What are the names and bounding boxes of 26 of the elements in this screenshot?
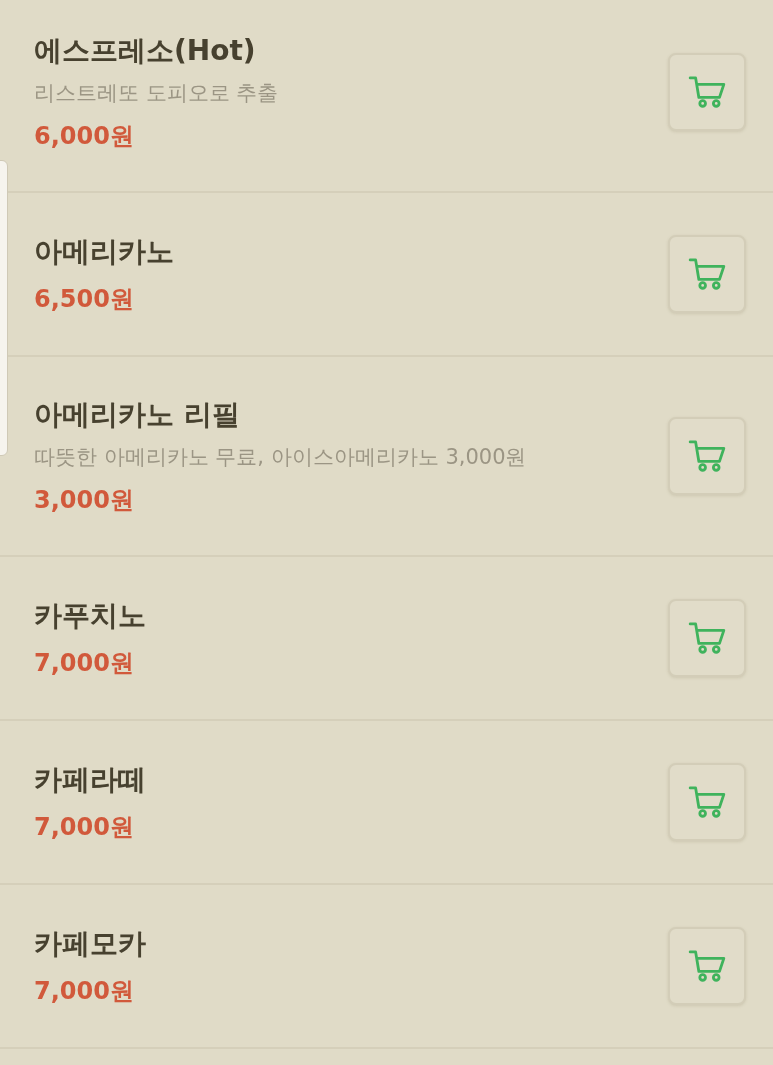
cart-icon <box>688 75 726 109</box>
menu-item-price: 7,000원 <box>34 648 134 678</box>
menu-item-description: 리스트레또 도피오로 추출 <box>34 80 279 107</box>
menu-item-price: 7,000원 <box>34 812 134 842</box>
cart-icon <box>688 949 726 983</box>
add-to-cart-button[interactable] <box>668 927 746 1005</box>
cart-icon <box>688 621 726 655</box>
menu-item-description: 따뜻한 아메리카노 무료, 아이스아메리카노 3,000원 <box>34 444 527 471</box>
add-to-cart-button[interactable] <box>668 763 746 841</box>
cart-icon <box>688 785 726 819</box>
menu-item-name: 에스프레소(Hot) <box>34 33 256 69</box>
add-to-cart-button[interactable] <box>668 235 746 313</box>
add-to-cart-button[interactable] <box>668 599 746 677</box>
cart-icon <box>688 439 726 473</box>
menu-item-price: 6,000원 <box>34 121 134 151</box>
menu-item-name: 카푸치노 <box>34 598 146 634</box>
menu-item-name: 카페라떼 <box>34 762 146 798</box>
add-to-cart-button[interactable] <box>668 417 746 495</box>
menu-item-name: 아메리카노 리필 <box>34 397 240 433</box>
menu-item-price: 7,000원 <box>34 976 134 1006</box>
menu-item-name: 아메리카노 <box>34 234 174 270</box>
menu-item-price: 3,000원 <box>34 485 134 515</box>
add-to-cart-button[interactable] <box>668 53 746 131</box>
cart-icon <box>688 257 726 291</box>
menu-item-price: 6,500원 <box>34 284 134 314</box>
menu-item-name: 카페모카 <box>34 926 146 962</box>
